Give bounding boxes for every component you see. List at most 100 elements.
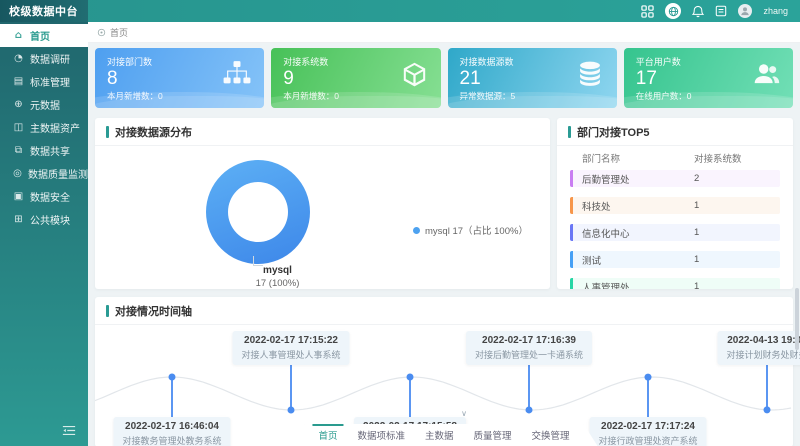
document-icon[interactable] <box>715 5 727 17</box>
timeline-node-0 <box>169 374 176 381</box>
donut-label-name: mysql <box>225 265 330 276</box>
panel-accent-bar <box>106 305 109 317</box>
standard-icon: ▤ <box>13 76 24 87</box>
sidebar-item-5[interactable]: ⧉数据共享 <box>0 139 88 162</box>
sidebar-item-label: 首页 <box>30 28 50 43</box>
notification-bell-icon[interactable] <box>692 5 704 18</box>
username-label[interactable]: zhang <box>763 6 788 16</box>
timeline-event-time: 2022-04-13 19:02 <box>726 335 800 346</box>
timeline-event-time: 2022-02-17 17:15:22 <box>241 335 340 346</box>
timeline-panel: 对接情况时间轴 2022-02-17 16:46:04对接教务管理处教务系统20… <box>95 297 793 446</box>
timeline-event-time: 2022-02-17 17:16:39 <box>475 335 583 346</box>
timeline-event-desc: 对接计划财务处财务 <box>726 348 800 361</box>
donut-callout-label: mysql 17 (100%) <box>225 265 330 289</box>
sidebar-item-label: 公共模块 <box>30 212 70 227</box>
timeline-panel-title: 对接情况时间轴 <box>115 303 192 319</box>
sidebar-item-4[interactable]: ◫主数据资产 <box>0 116 88 139</box>
survey-icon: ◔ <box>13 53 24 64</box>
stat-card-1: 对接系统数9本月新增数：0 <box>271 48 440 108</box>
sidebar-item-label: 标准管理 <box>30 74 70 89</box>
bottom-tab-3[interactable]: 质量管理 <box>464 424 522 446</box>
sidebar-item-label: 元数据 <box>30 97 60 112</box>
top5-system-count: 1 <box>694 200 780 211</box>
sidebar-collapse-icon[interactable] <box>62 425 76 439</box>
masterdata-icon: ◫ <box>13 122 24 133</box>
stat-card-subtitle: 在线用户数：0 <box>636 90 781 102</box>
sidebar-item-1[interactable]: ◔ 数据调研 <box>0 47 88 70</box>
timeline-node-1 <box>288 406 295 413</box>
app-header: 校级数据中台 <box>0 0 800 22</box>
header-actions: zhang <box>641 3 800 19</box>
globe-icon[interactable] <box>665 3 681 19</box>
bottom-tab-0[interactable]: 首页 <box>308 424 347 446</box>
donut-chart-area: mysql 17 (100%) mysql 17（占比 100%） <box>95 146 550 289</box>
sidebar-item-8[interactable]: ⊞ 公共模块 <box>0 208 88 231</box>
app-root: 校级数据中台 <box>0 0 800 446</box>
content: 对接部门数8本月新增数：0对接系统数9本月新增数：0对接数据源数21异常数据源：… <box>88 43 800 446</box>
timeline-node-5 <box>764 406 771 413</box>
stat-card-2: 对接数据源数21异常数据源：5 <box>448 48 617 108</box>
top5-table-body: 后勤管理处2科技处1信息化中心1测试1人事管理处1 <box>570 170 780 289</box>
sidebar-item-label: 数据调研 <box>30 51 70 66</box>
top5-row-2: 信息化中心1 <box>570 224 780 241</box>
sidebar-item-7[interactable]: ▣数据安全 <box>0 185 88 208</box>
top5-col-count: 对接系统数 <box>694 151 780 165</box>
users-icon <box>753 61 780 91</box>
middle-row: 对接数据源分布 mysql 17 (100%) mysql 17（占比 100%… <box>95 118 793 289</box>
location-dot-icon <box>97 28 106 37</box>
sidebar-menu: ⌂首页 ◔ 数据调研 ▤ 标准管理 ⊕元数据◫主数据资产⧉数据共享◎数据质量监测▣数据安全… <box>0 22 88 231</box>
timeline-tooltip-0: 2022-02-17 16:46:04 对接教务管理处教务系统 <box>113 417 230 446</box>
vertical-scrollbar[interactable] <box>795 288 799 350</box>
main-area: 首页 对接部门数8本月新增数：0对接系统数9本月新增数：0对接数据源数21异常数… <box>88 22 800 446</box>
pie-legend-item[interactable]: mysql 17（占比 100%） <box>413 223 528 237</box>
sidebar-item-2[interactable]: ▤ 标准管理 <box>0 70 88 93</box>
top5-system-count: 1 <box>694 281 780 289</box>
stat-cards-row: 对接部门数8本月新增数：0对接系统数9本月新增数：0对接数据源数21异常数据源：… <box>95 48 793 108</box>
bottom-tab-bar: 首页数据项标准主数据质量管理交换管理 <box>290 424 597 446</box>
module-icon: ⊞ <box>13 214 24 225</box>
timeline-node-2 <box>407 374 414 381</box>
dept-top5-panel: 部门对接TOP5 部门名称 对接系统数 后勤管理处2科技处1信息化中心1测试1人… <box>557 118 793 289</box>
panel-accent-bar <box>568 126 571 138</box>
top5-row-1: 科技处1 <box>570 197 780 214</box>
top5-col-dept: 部门名称 <box>582 151 694 165</box>
top5-dept-name: 测试 <box>582 253 694 267</box>
timeline-event-desc: 对接教务管理处教务系统 <box>122 434 221 446</box>
sitemap-icon <box>223 61 251 92</box>
sidebar-item-label: 数据安全 <box>30 189 70 204</box>
top5-row-3: 测试1 <box>570 251 780 268</box>
timeline-event-time: 2022-02-17 17:17:24 <box>598 421 697 432</box>
datasource-distribution-panel: 对接数据源分布 mysql 17 (100%) mysql 17（占比 100%… <box>95 118 550 289</box>
top5-dept-name: 科技处 <box>582 199 694 213</box>
panel-accent-bar <box>106 126 109 138</box>
breadcrumb-label: 首页 <box>110 26 128 39</box>
bottom-tab-4[interactable]: 交换管理 <box>522 424 580 446</box>
timeline-event-desc: 对接人事管理处人事系统 <box>241 348 340 361</box>
timeline-event-desc: 对接后勤管理处一卡通系统 <box>475 348 583 361</box>
bottom-tab-1[interactable]: 数据项标准 <box>347 424 415 446</box>
apps-grid-icon[interactable] <box>641 5 654 18</box>
timeline-tooltip-5: 2022-04-13 19:02 对接计划财务处财务 <box>717 331 800 365</box>
sidebar-item-6[interactable]: ◎数据质量监测 <box>0 162 88 185</box>
caret-icon: ∨ <box>461 409 467 418</box>
user-avatar-icon[interactable] <box>738 4 752 18</box>
sidebar-item-0[interactable]: ⌂首页 <box>0 24 88 47</box>
top5-system-count: 1 <box>694 254 780 265</box>
timeline-node-3 <box>526 406 533 413</box>
datasource-donut-chart <box>206 160 310 264</box>
bottom-tab-2[interactable]: 主数据 <box>415 424 464 446</box>
top5-dept-name: 后勤管理处 <box>582 172 694 186</box>
breadcrumb[interactable]: 首页 <box>88 22 800 43</box>
timeline-tooltip-3: 2022-02-17 17:16:39 对接后勤管理处一卡通系统 <box>466 331 592 365</box>
donut-label-value: 17 (100%) <box>225 278 330 289</box>
top5-system-count: 2 <box>694 173 780 184</box>
top5-row-4: 人事管理处1 <box>570 278 780 289</box>
share-icon: ⧉ <box>13 145 24 156</box>
legend-dot-icon <box>413 227 420 234</box>
stat-card-0: 对接部门数8本月新增数：0 <box>95 48 264 108</box>
timeline-node-4 <box>645 374 652 381</box>
top5-system-count: 1 <box>694 227 780 238</box>
sidebar-item-3[interactable]: ⊕元数据 <box>0 93 88 116</box>
datasource-panel-title: 对接数据源分布 <box>115 124 192 140</box>
timeline-event-time: 2022-02-17 16:46:04 <box>122 421 221 432</box>
